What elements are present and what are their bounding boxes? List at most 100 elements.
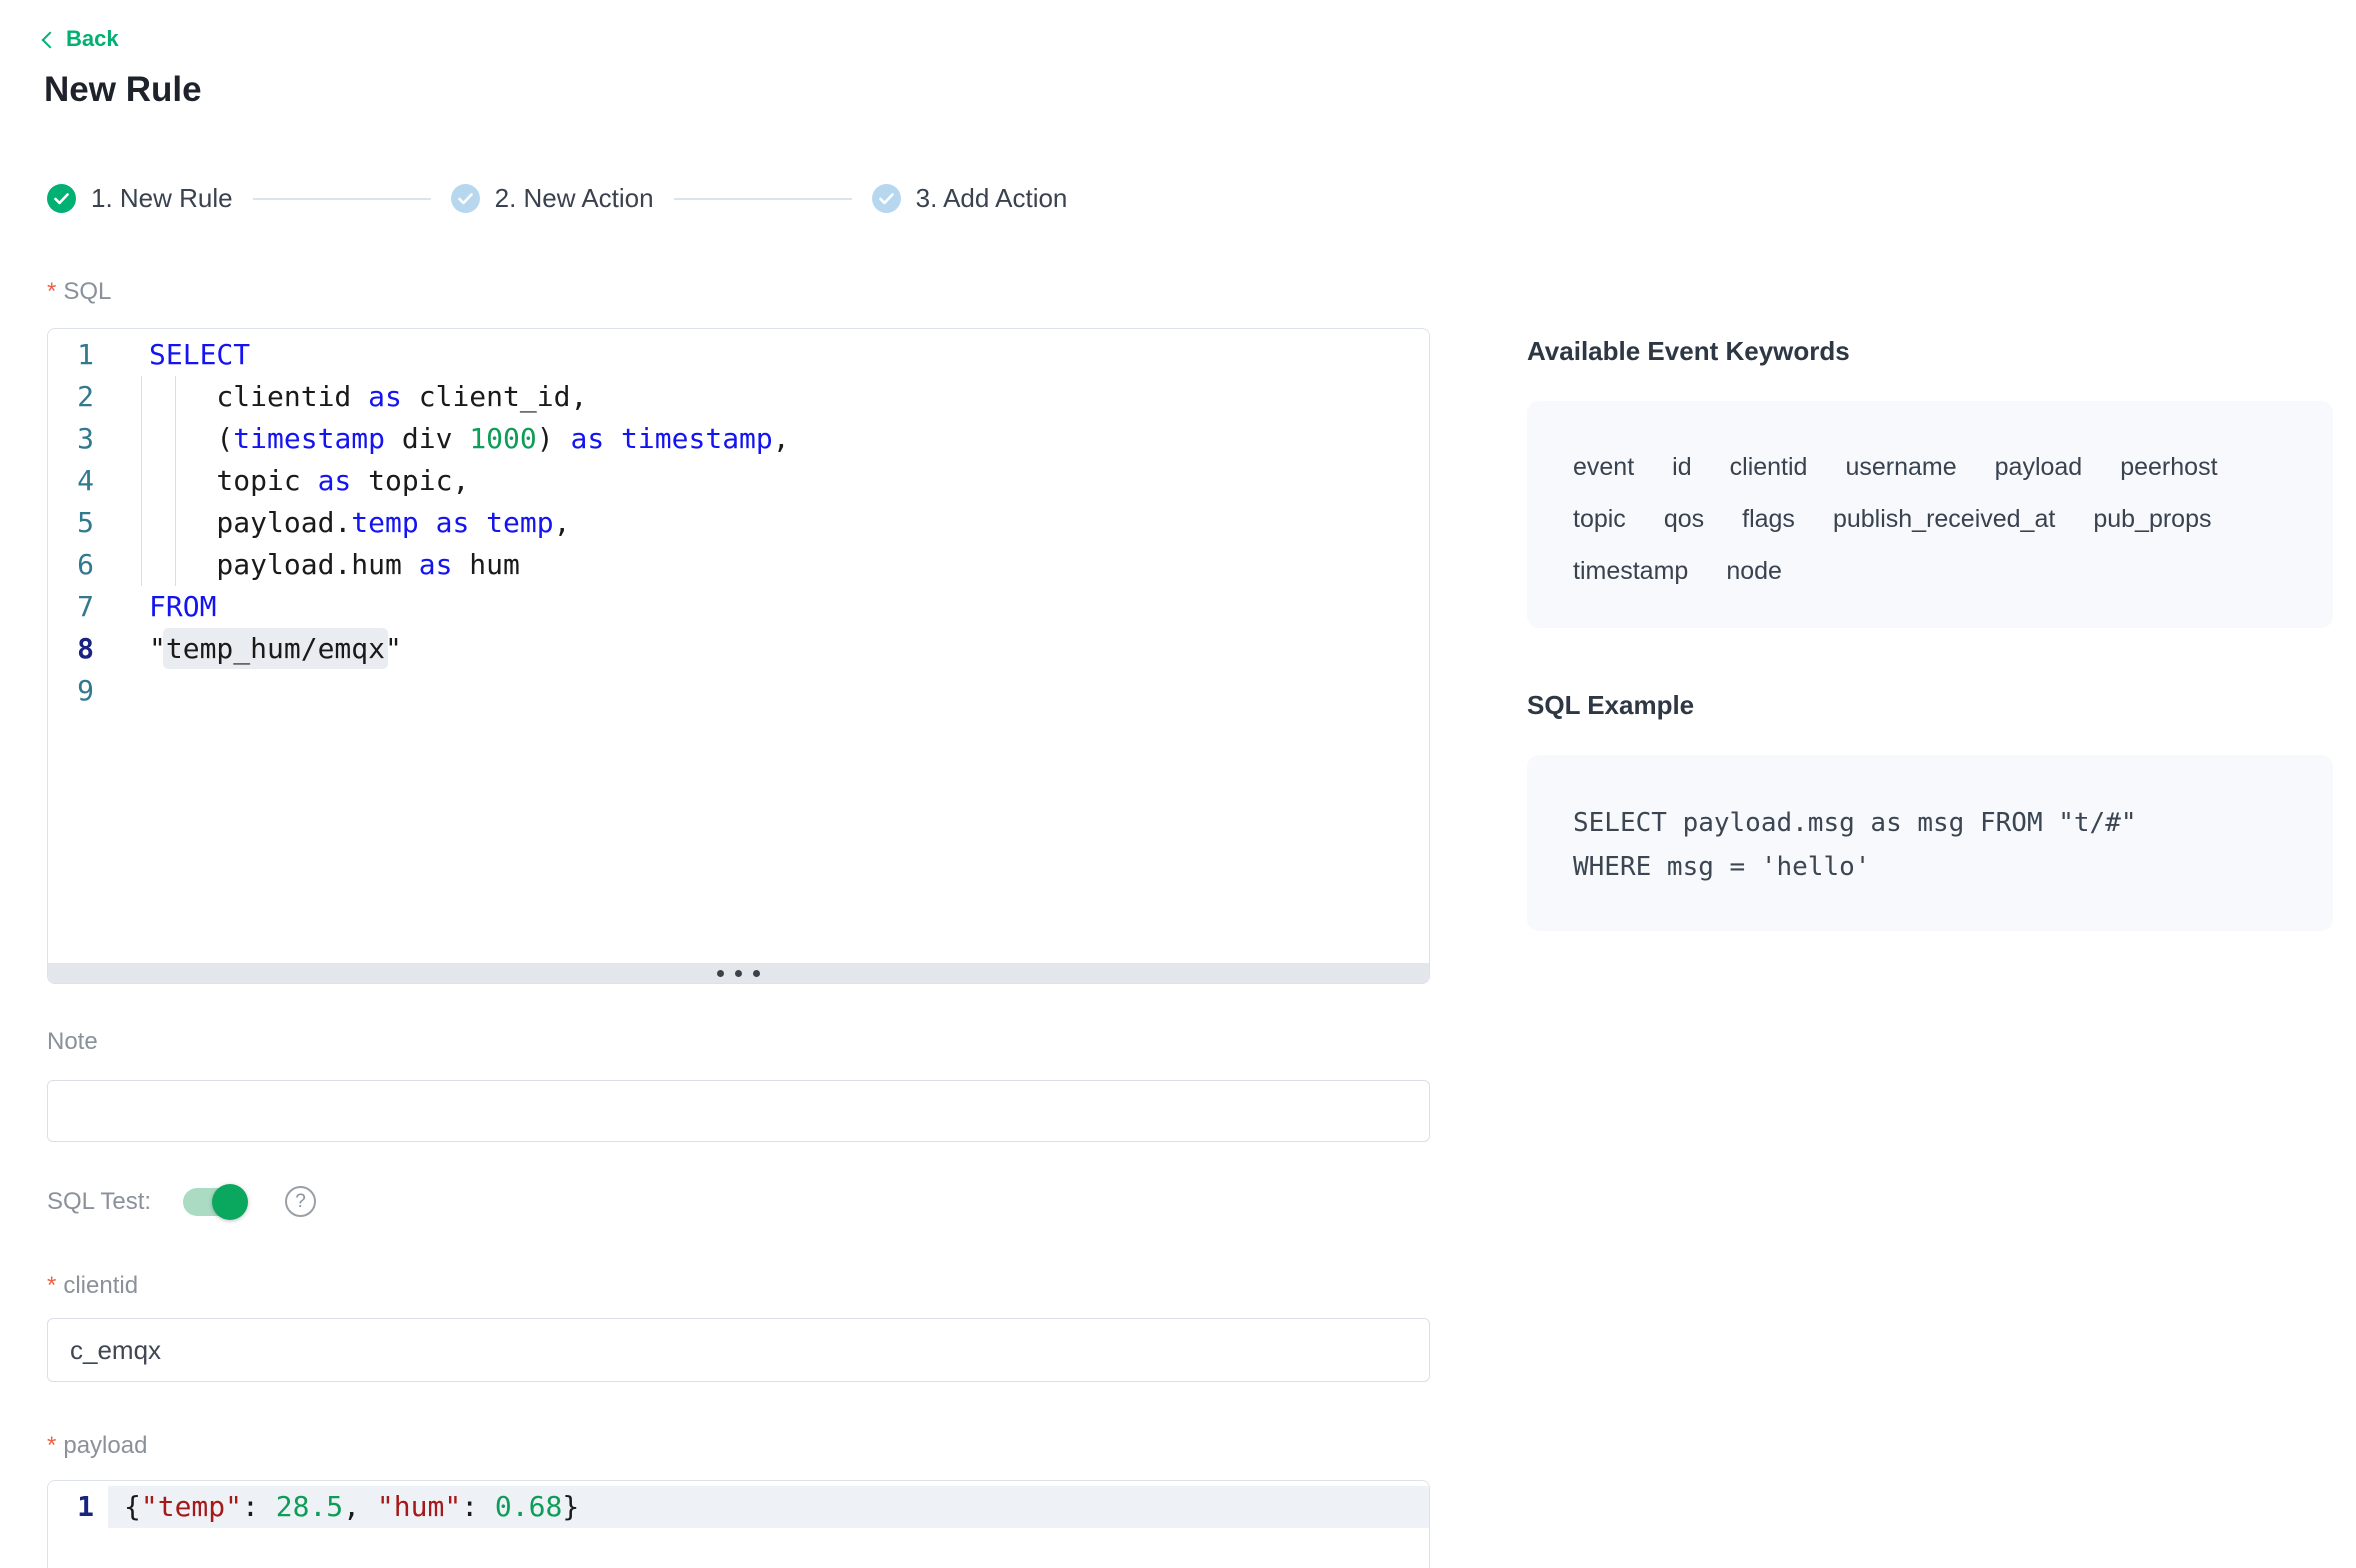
code-token-pl [419,506,436,539]
code-text: payload.temp as temp, [108,502,1429,544]
keyword-item: event [1573,453,1634,482]
code-token-pl: topic, [351,464,469,497]
example-code-line: WHERE msg = 'hello' [1573,845,2287,889]
editor-resize-handle[interactable] [48,963,1429,984]
line-number: 3 [48,418,108,460]
sql-code-editor[interactable]: 1SELECT2 clientid as client_id,3 (timest… [47,328,1430,984]
code-text: topic as topic, [108,460,1429,502]
line-number: 8 [48,628,108,670]
code-token-pl [604,422,621,455]
keyword-item: clientid [1730,453,1808,482]
code-token-kw: as [436,506,470,539]
line-number: 7 [48,586,108,628]
keyword-item: publish_received_at [1833,505,2055,534]
code-token-pl: client_id, [402,380,587,413]
code-token-pl: ( [149,422,233,455]
code-line[interactable]: 1SELECT [48,334,1429,376]
code-text: payload.hum as hum [108,544,1429,586]
required-asterisk: * [47,1272,56,1299]
code-text: SELECT [108,334,1429,376]
code-token-kw: SELECT [149,338,250,371]
sql-test-label: SQL Test: [47,1188,151,1216]
keyword-item: id [1672,453,1691,482]
step-3-add-action[interactable]: 3. Add Action [872,183,1068,214]
code-token-prop: "temp" [141,1490,242,1523]
event-keywords-title: Available Event Keywords [1527,336,2333,367]
payload-code-editor[interactable]: 1{"temp": 28.5, "hum": 0.68} [47,1480,1430,1568]
keyword-item: payload [1995,453,2083,482]
indent-guide [175,376,176,586]
check-icon [54,193,69,205]
step-connector [253,198,431,200]
check-circle-icon [451,184,480,213]
step-connector [674,198,852,200]
code-token-pl: hum [452,548,519,581]
code-token-pl: " [385,632,402,665]
right-panel: Available Event Keywords event id clientid… [1527,336,2333,931]
code-token-num: 1000 [469,422,536,455]
code-token-num: 28.5 [276,1490,343,1523]
code-token-pl: : [242,1490,276,1523]
step-indicator: 1. New Rule 2. New Action 3. Add Action [47,183,1067,214]
code-line[interactable]: 9 [48,670,1429,712]
step-label: 2. New Action [495,183,654,214]
step-label: 3. Add Action [916,183,1068,214]
step-2-new-action[interactable]: 2. New Action [451,183,654,214]
indent-guide [141,376,142,586]
sql-code-lines[interactable]: 1SELECT2 clientid as client_id,3 (timest… [48,329,1429,963]
code-line[interactable]: 6 payload.hum as hum [48,544,1429,586]
example-code-line: SELECT payload.msg as msg FROM "t/#" [1573,801,2287,845]
code-text: FROM [108,586,1429,628]
resize-dot [735,970,742,977]
sql-field-label: *SQL [47,278,111,306]
check-circle-icon [47,184,76,213]
keyword-item: pub_props [2093,505,2211,534]
page-title: New Rule [44,70,202,110]
code-token-kw: as [318,464,352,497]
check-icon [458,193,473,205]
code-line[interactable]: 4 topic as topic, [48,460,1429,502]
code-token-kw: FROM [149,590,216,623]
keyword-item: peerhost [2120,453,2217,482]
code-text: "temp_hum/emqx" [108,628,1429,670]
step-1-new-rule[interactable]: 1. New Rule [47,183,233,214]
note-field-label: Note [47,1028,98,1056]
code-line[interactable]: 3 (timestamp div 1000) as timestamp, [48,418,1429,460]
code-token-pl: payload. [149,506,351,539]
back-chevron-icon [42,31,59,48]
event-keywords-card: eventidclientidusernamepayloadpeerhostto… [1527,401,2333,628]
keyword-item: node [1726,557,1782,586]
code-token-kw: timestamp [233,422,385,455]
required-asterisk: * [47,278,56,305]
back-button[interactable]: Back [44,26,119,52]
code-token-pl: , [343,1490,377,1523]
code-token-pl: , [554,506,571,539]
back-label: Back [66,26,119,52]
keyword-item: timestamp [1573,557,1688,586]
code-line[interactable]: 8"temp_hum/emqx" [48,628,1429,670]
line-number: 6 [48,544,108,586]
code-line[interactable]: 2 clientid as client_id, [48,376,1429,418]
payload-code-lines[interactable]: 1{"temp": 28.5, "hum": 0.68} [48,1481,1429,1528]
code-text: {"temp": 28.5, "hum": 0.68} [108,1486,1429,1528]
line-number: 4 [48,460,108,502]
sql-test-toggle[interactable] [183,1188,245,1216]
resize-dot [717,970,724,977]
line-number: 1 [48,1486,108,1528]
note-input[interactable] [47,1080,1430,1142]
code-text: (timestamp div 1000) as timestamp, [108,418,1429,460]
code-line[interactable]: 7 FROM [48,586,1429,628]
code-line[interactable]: 1{"temp": 28.5, "hum": 0.68} [48,1486,1429,1528]
clientid-input[interactable] [47,1318,1430,1382]
help-icon[interactable]: ? [285,1186,316,1217]
code-token-pl: } [562,1490,579,1523]
keyword-item: flags [1742,505,1795,534]
resize-dot [753,970,760,977]
code-text [108,670,1429,712]
code-token-prop: "hum" [377,1490,461,1523]
code-token-kw: temp [486,506,553,539]
line-number: 9 [48,670,108,712]
code-token-pl: ) [537,422,571,455]
payload-field-label: *payload [47,1432,147,1460]
code-line[interactable]: 5 payload.temp as temp, [48,502,1429,544]
